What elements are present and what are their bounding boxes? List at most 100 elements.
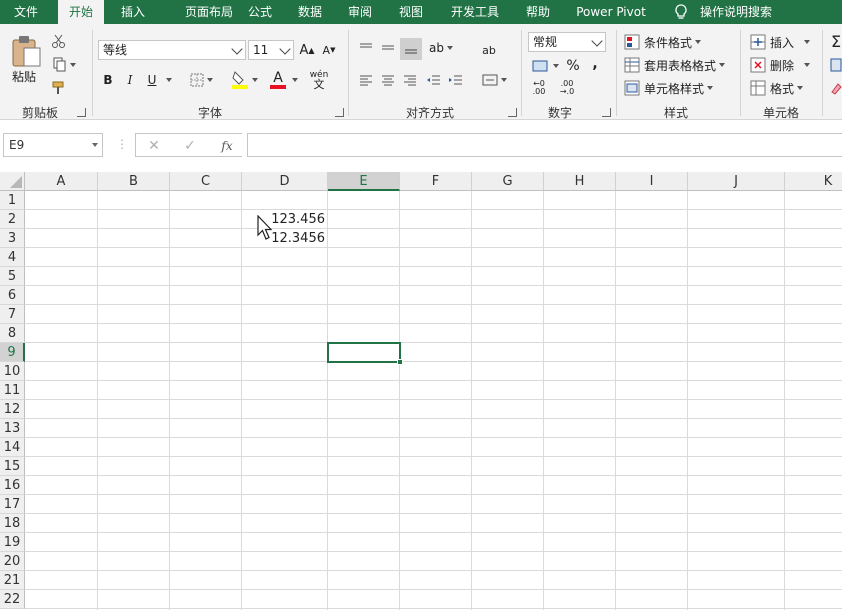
cell-d2[interactable]: 123.456 (242, 210, 328, 229)
select-all-corner[interactable] (0, 172, 25, 191)
row-header-3[interactable]: 3 (0, 229, 25, 248)
increase-indent-icon[interactable] (446, 70, 466, 90)
lightbulb-icon[interactable] (672, 3, 690, 21)
insert-function-button[interactable]: fx (216, 136, 238, 156)
copy-icon[interactable] (50, 56, 78, 74)
name-box-dropdown-icon[interactable] (92, 143, 98, 147)
cut-icon[interactable] (50, 32, 68, 50)
column-header-d[interactable]: D (242, 172, 328, 191)
clear-icon[interactable] (830, 80, 842, 98)
cell-styles-button[interactable]: 单元格样式 (624, 78, 714, 98)
row-header-21[interactable]: 21 (0, 571, 25, 590)
font-launcher-icon[interactable] (335, 108, 344, 117)
clipboard-launcher-icon[interactable] (77, 108, 86, 117)
row-header-6[interactable]: 6 (0, 286, 25, 305)
column-header-f[interactable]: F (400, 172, 472, 191)
row-header-13[interactable]: 13 (0, 419, 25, 438)
cancel-icon[interactable]: ✕ (144, 136, 164, 156)
insert-cells-button[interactable]: 插入 (750, 32, 811, 52)
tab-developer[interactable]: 开发工具 (440, 0, 510, 24)
wrap-text-icon[interactable]: ab (478, 38, 500, 62)
column-header-a[interactable]: A (25, 172, 98, 191)
row-header-8[interactable]: 8 (0, 324, 25, 343)
column-header-i[interactable]: I (616, 172, 688, 191)
paste-icon[interactable] (8, 34, 44, 68)
format-cells-button[interactable]: 格式 (750, 78, 804, 98)
fill-icon[interactable] (830, 56, 842, 74)
row-header-10[interactable]: 10 (0, 362, 25, 381)
fill-handle[interactable] (397, 359, 403, 365)
merge-center-icon[interactable] (478, 70, 510, 90)
decrease-font-icon[interactable]: A ▼ (320, 40, 338, 60)
row-header-20[interactable]: 20 (0, 552, 25, 571)
tab-insert[interactable]: 插入 (112, 0, 154, 24)
conditional-formatting-button[interactable]: 条件格式 (624, 32, 702, 52)
row-header-12[interactable]: 12 (0, 400, 25, 419)
accounting-format-icon[interactable] (528, 56, 562, 76)
tab-view[interactable]: 视图 (390, 0, 432, 24)
row-header-5[interactable]: 5 (0, 267, 25, 286)
row-header-11[interactable]: 11 (0, 381, 25, 400)
column-header-b[interactable]: B (98, 172, 170, 191)
row-header-15[interactable]: 15 (0, 457, 25, 476)
number-format-select[interactable]: 常规 (528, 32, 606, 52)
tell-me-search[interactable]: 操作说明搜索 (696, 0, 776, 24)
column-header-g[interactable]: G (472, 172, 544, 191)
bold-button[interactable]: B (100, 70, 116, 90)
row-header-17[interactable]: 17 (0, 495, 25, 514)
delete-cells-button[interactable]: 删除 (750, 55, 811, 75)
worksheet-grid[interactable]: A B C D E F G H I J K 1 2 3 4 5 6 7 8 9 10 11 12 13 14 15 16 17 18 19… (0, 172, 842, 610)
row-header-14[interactable]: 14 (0, 438, 25, 457)
font-size-select[interactable]: 11 (248, 40, 294, 60)
format-painter-icon[interactable] (50, 79, 68, 97)
fill-color-icon[interactable] (228, 68, 260, 92)
align-center-icon[interactable] (378, 70, 398, 90)
comma-style-button[interactable]: , (588, 54, 602, 74)
row-header-4[interactable]: 4 (0, 248, 25, 267)
align-left-icon[interactable] (356, 70, 376, 90)
number-launcher-icon[interactable] (602, 108, 611, 117)
format-as-table-button[interactable]: 套用表格格式 (624, 55, 726, 75)
name-box[interactable]: E9 (3, 133, 103, 157)
align-middle-icon[interactable] (378, 38, 398, 58)
increase-font-icon[interactable]: A ▲ (298, 40, 316, 60)
column-header-e[interactable]: E (328, 172, 400, 191)
percent-style-button[interactable]: % (564, 56, 582, 76)
align-right-icon[interactable] (400, 70, 420, 90)
active-cell-selection[interactable] (327, 342, 401, 363)
formula-input[interactable] (247, 133, 842, 157)
underline-button[interactable]: U (144, 70, 160, 90)
font-name-select[interactable]: 等线 (98, 40, 246, 60)
tab-formulas[interactable]: 公式 (240, 0, 280, 24)
column-header-h[interactable]: H (544, 172, 616, 191)
phonetic-icon[interactable]: wén 文 (304, 68, 334, 92)
tab-data[interactable]: 数据 (290, 0, 330, 24)
decrease-decimal-icon[interactable]: .00 →.0 (556, 78, 578, 98)
row-header-1[interactable]: 1 (0, 191, 25, 210)
row-header-19[interactable]: 19 (0, 533, 25, 552)
tab-help[interactable]: 帮助 (518, 0, 558, 24)
borders-icon[interactable] (186, 70, 216, 90)
row-header-16[interactable]: 16 (0, 476, 25, 495)
align-bottom-icon[interactable] (400, 38, 422, 60)
enter-icon[interactable]: ✓ (180, 136, 200, 156)
row-header-9[interactable]: 9 (0, 343, 25, 362)
orientation-icon[interactable]: ab (426, 38, 456, 58)
cell-d3[interactable]: 12.3456 (242, 229, 328, 248)
font-color-dropdown-icon[interactable] (288, 70, 298, 90)
paste-button-label[interactable]: 粘贴 (12, 68, 36, 85)
increase-decimal-icon[interactable]: ←0.00 (528, 78, 550, 98)
alignment-launcher-icon[interactable] (508, 108, 517, 117)
row-header-7[interactable]: 7 (0, 305, 25, 324)
underline-dropdown-icon[interactable] (160, 70, 174, 90)
decrease-indent-icon[interactable] (424, 70, 444, 90)
column-header-k[interactable]: K (785, 172, 842, 191)
tab-home[interactable]: 开始 (58, 0, 104, 24)
row-header-2[interactable]: 2 (0, 210, 25, 229)
row-header-22[interactable]: 22 (0, 590, 25, 609)
tab-file[interactable]: 文件 (0, 0, 52, 24)
column-header-j[interactable]: J (688, 172, 785, 191)
tab-review[interactable]: 审阅 (340, 0, 380, 24)
align-top-icon[interactable] (356, 38, 376, 58)
autosum-icon[interactable]: Σ (830, 32, 842, 51)
